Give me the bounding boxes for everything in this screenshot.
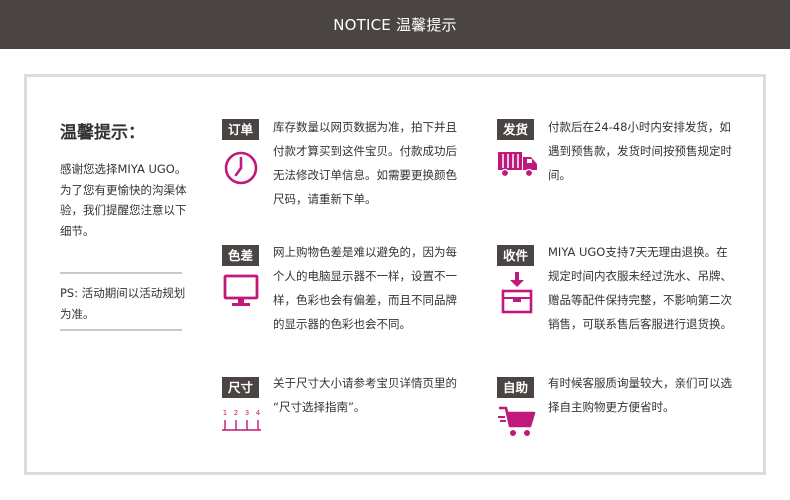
notice-header: NOTICE 温馨提示 [0,0,790,49]
ruler-number-2: 2 [234,409,238,417]
monitor-icon [223,274,259,312]
divider-bottom [60,329,182,331]
ruler-number-4: 4 [256,409,261,417]
intro-text: 感谢您选择MIYA UGO。为了您有更愉快的沟渠体验，我们提醒您注意以下细节。 [60,162,187,238]
ps-note: PS: 活动期间以活动规划为准。 [60,286,186,321]
ruler-number-3: 3 [245,409,249,417]
color-difference-description: 网上购物色差是难以避免的，因为每个人的电脑显示器不一样，设置不一样，色彩也会有偏… [273,245,457,331]
clock-icon [223,150,259,190]
shopping-cart-icon [498,404,536,442]
self-service-description: 有时候客服质询量较大，亲们可以选择自主购物更方便省时。 [548,376,732,414]
tag-self-service: 自助 [497,377,535,398]
divider-top [60,272,182,274]
order-description: 库存数量以网页数据为准，拍下并且付款才算买到这件宝贝。付款成功后无法修改订单信息… [273,120,457,206]
tag-receiving: 收件 [497,245,535,266]
receiving-description: MIYA UGO支持7天无理由退换。在规定时间内衣服未经过洗水、吊牌、赠品等配件… [548,245,732,331]
tag-color-difference: 色差 [222,245,260,266]
tag-size: 尺寸 [222,377,260,398]
delivery-truck-icon [497,150,539,184]
tag-order: 订单 [222,119,260,140]
ruler-icon: 1 2 3 4 [221,406,263,436]
shipping-description: 付款后在24-48小时内安排发货，如遇到预售款，发货时间按预售规定时间。 [548,120,732,182]
intro-title: 温馨提示： [60,123,145,143]
header-title: NOTICE 温馨提示 [333,16,457,34]
package-box-icon [501,272,533,318]
size-description: 关于尺寸大小请参考宝贝详情页里的 “尺寸选择指南”。 [273,376,457,414]
ruler-number-1: 1 [223,409,227,417]
tag-shipping: 发货 [497,119,535,140]
